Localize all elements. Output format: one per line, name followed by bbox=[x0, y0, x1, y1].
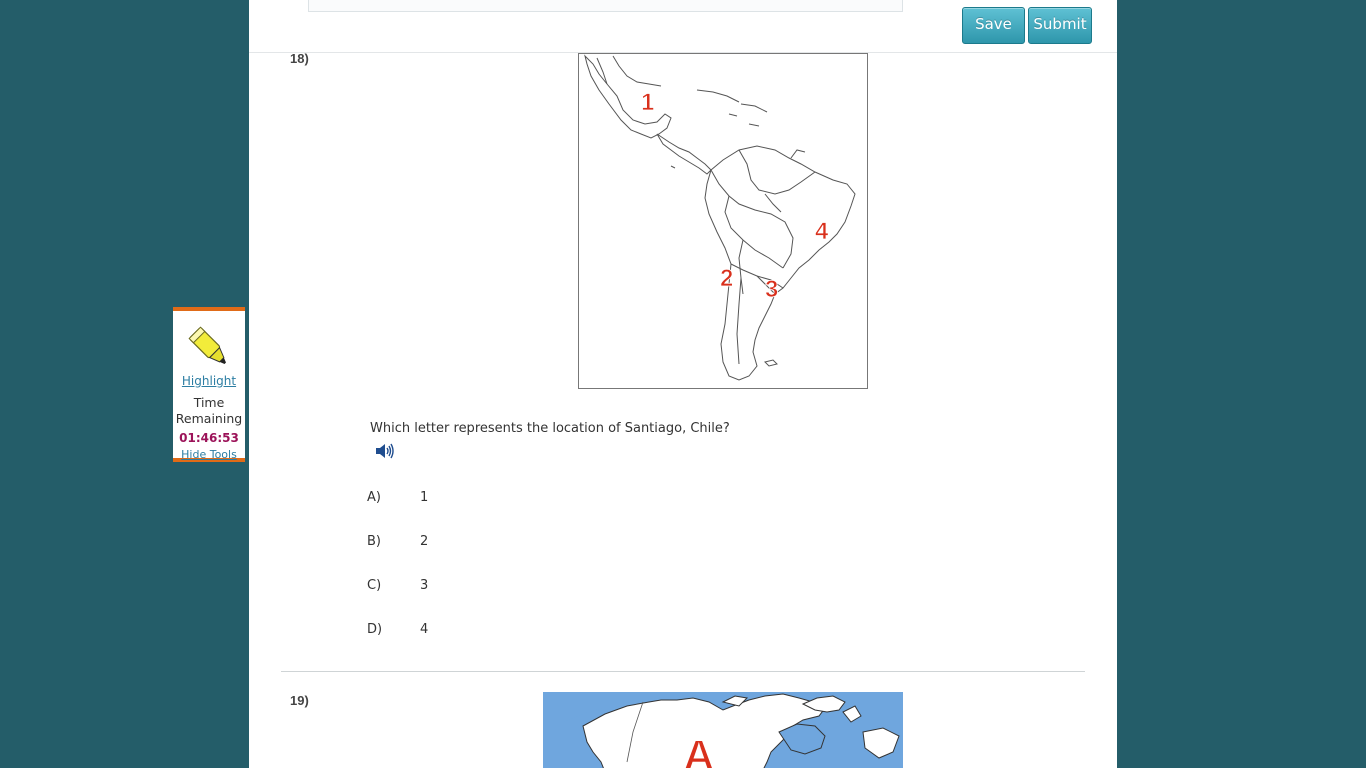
submit-button[interactable]: Submit bbox=[1028, 7, 1092, 44]
choice-a-value: 1 bbox=[420, 490, 429, 505]
latin-america-map-image: 1 2 3 4 bbox=[584, 54, 856, 381]
choice-a[interactable]: A) 1 bbox=[367, 490, 487, 510]
north-america-map-image: A bbox=[543, 692, 903, 768]
map-marker-1: 1 bbox=[641, 89, 654, 116]
time-remaining-value: 01:46:53 bbox=[179, 431, 239, 445]
map-marker-2: 2 bbox=[720, 265, 733, 292]
test-page: Save Submit 18) 1 2 3 4 Which letter rep… bbox=[249, 0, 1117, 768]
map-marker-a: A bbox=[683, 731, 715, 768]
question-divider bbox=[281, 671, 1085, 672]
top-toolbar: Save Submit bbox=[249, 0, 1117, 53]
choice-c-letter: C) bbox=[367, 578, 382, 593]
choice-b-value: 2 bbox=[420, 534, 429, 549]
hide-tools-link[interactable]: Hide Tools bbox=[173, 448, 245, 461]
latin-america-map: 1 2 3 4 bbox=[578, 53, 868, 389]
map-marker-3: 3 bbox=[765, 276, 778, 303]
previous-question-box bbox=[308, 0, 903, 12]
speaker-icon[interactable] bbox=[375, 442, 395, 460]
question-19-number: 19) bbox=[290, 693, 309, 708]
north-america-map: A bbox=[543, 692, 903, 768]
time-remaining-label: Time Remaining bbox=[175, 395, 243, 426]
choice-b-letter: B) bbox=[367, 534, 381, 549]
choice-d[interactable]: D) 4 bbox=[367, 622, 487, 642]
question-18-stem: Which letter represents the location of … bbox=[370, 421, 730, 436]
tools-panel: Highlight Time Remaining 01:46:53 Hide T… bbox=[173, 307, 245, 462]
highlighter-icon[interactable] bbox=[185, 323, 233, 371]
question-18-number: 18) bbox=[290, 51, 309, 66]
choice-c-value: 3 bbox=[420, 578, 429, 593]
choice-a-letter: A) bbox=[367, 490, 381, 505]
highlight-link[interactable]: Highlight bbox=[173, 374, 245, 388]
map-marker-4: 4 bbox=[815, 218, 829, 245]
choice-d-letter: D) bbox=[367, 622, 383, 637]
choice-b[interactable]: B) 2 bbox=[367, 534, 487, 554]
map-markers: 1 2 3 4 bbox=[641, 89, 830, 304]
choice-d-value: 4 bbox=[420, 622, 429, 637]
save-button[interactable]: Save bbox=[962, 7, 1025, 44]
choice-c[interactable]: C) 3 bbox=[367, 578, 487, 598]
